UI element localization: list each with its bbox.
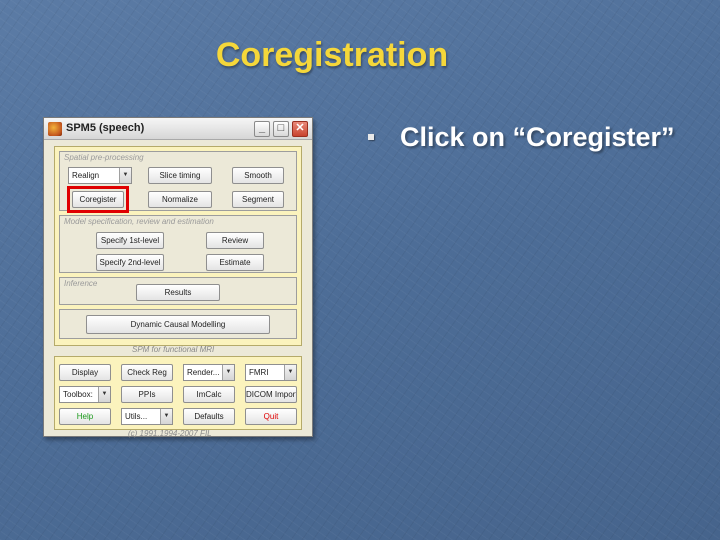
dropdown-arrow-icon: ▼ — [98, 387, 110, 402]
realign-dropdown[interactable]: Realign ▼ — [68, 167, 132, 184]
slide-title: Coregistration — [215, 36, 449, 74]
help-button[interactable]: Help — [59, 408, 111, 425]
ppis-button[interactable]: PPIs — [121, 386, 173, 403]
utils-dropdown-value: Utils... — [125, 412, 148, 421]
spatial-section: Spatial pre-processing Realign ▼ Slice t… — [59, 151, 297, 213]
dropdown-arrow-icon: ▼ — [160, 409, 172, 424]
specify-2nd-level-button[interactable]: Specify 2nd-level — [96, 254, 164, 271]
copyright-text: (c) 1991,1994-2007 FIL — [128, 429, 212, 438]
bullet-text: Click on “Coregister” — [400, 122, 675, 152]
specify-1st-level-button[interactable]: Specify 1st-level — [96, 232, 164, 249]
dropdown-arrow-icon: ▼ — [284, 365, 296, 380]
review-button[interactable]: Review — [206, 232, 264, 249]
model-section: Model specification, review and estimati… — [59, 215, 297, 273]
dcm-section: Dynamic Causal Modelling — [59, 309, 297, 339]
bullet-item: Click on “Coregister” — [368, 120, 698, 154]
smooth-button[interactable]: Smooth — [232, 167, 284, 184]
realign-dropdown-value: Realign — [72, 171, 100, 180]
close-button[interactable]: ✕ — [292, 121, 308, 137]
dropdown-arrow-icon: ▼ — [222, 365, 234, 380]
defaults-button[interactable]: Defaults — [183, 408, 235, 425]
display-button[interactable]: Display — [59, 364, 111, 381]
inference-section: Inference Results — [59, 277, 297, 305]
estimate-button[interactable]: Estimate — [206, 254, 264, 271]
maximize-button[interactable]: □ — [273, 121, 289, 137]
window-titlebar[interactable]: SPM5 (speech) _ □ ✕ — [44, 118, 312, 140]
inference-section-label: Inference — [64, 279, 98, 288]
modality-dropdown[interactable]: FMRI ▼ — [245, 364, 297, 381]
yellow-panel: Spatial pre-processing Realign ▼ Slice t… — [54, 146, 302, 346]
render-dropdown[interactable]: Render... ▼ — [183, 364, 235, 381]
segment-button[interactable]: Segment — [232, 191, 284, 208]
slice-timing-button[interactable]: Slice timing — [148, 167, 212, 184]
imcalc-button[interactable]: ImCalc — [183, 386, 235, 403]
dcm-button[interactable]: Dynamic Causal Modelling — [86, 315, 270, 334]
minimize-button[interactable]: _ — [254, 121, 270, 137]
spm-app-icon — [48, 122, 62, 136]
spm-window: SPM5 (speech) _ □ ✕ Spatial pre-processi… — [43, 117, 313, 438]
check-reg-button[interactable]: Check Reg — [121, 364, 173, 381]
toolbox-dropdown-value: Toolbox: — [63, 390, 93, 399]
bullet-square-icon — [368, 134, 374, 140]
spatial-section-label: Spatial pre-processing — [64, 153, 144, 162]
utils-dropdown[interactable]: Utils... ▼ — [121, 408, 173, 425]
spm-subtitle: SPM for functional MRI — [132, 345, 215, 354]
window-title: SPM5 (speech) — [66, 122, 145, 134]
normalize-button[interactable]: Normalize — [148, 191, 212, 208]
toolbox-dropdown[interactable]: Toolbox: ▼ — [59, 386, 111, 403]
dicom-import-button[interactable]: DICOM Import — [245, 386, 297, 403]
bullet-list: Click on “Coregister” — [368, 120, 698, 154]
model-section-label: Model specification, review and estimati… — [64, 217, 214, 226]
tools-panel: Display Check Reg Render... ▼ FMRI ▼ Too… — [54, 356, 302, 430]
quit-button[interactable]: Quit — [245, 408, 297, 425]
results-button[interactable]: Results — [136, 284, 220, 301]
modality-dropdown-value: FMRI — [249, 368, 269, 377]
render-dropdown-value: Render... — [187, 368, 220, 377]
dropdown-arrow-icon: ▼ — [119, 168, 131, 183]
coregister-highlight — [67, 186, 129, 213]
